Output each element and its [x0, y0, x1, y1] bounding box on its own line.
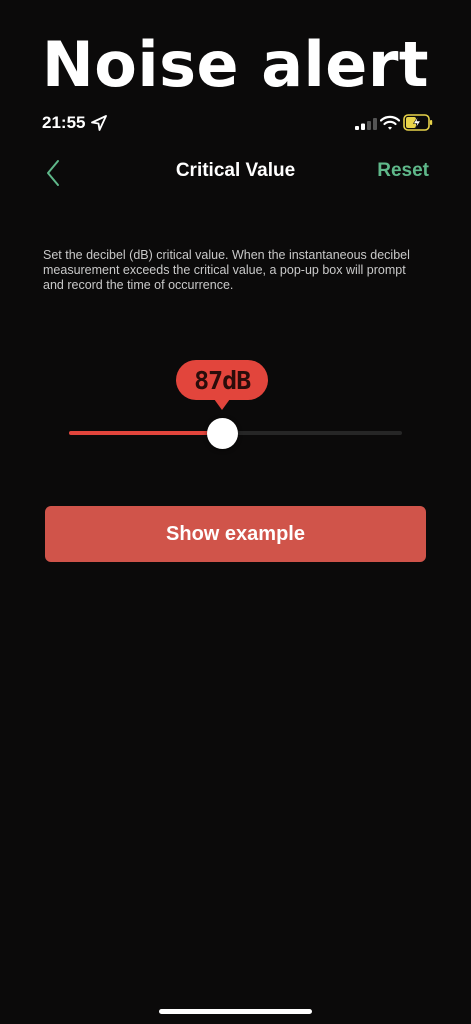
slider-fill	[69, 431, 223, 435]
reset-button[interactable]: Reset	[377, 160, 429, 182]
critical-value-description: Set the decibel (dB) critical value. Whe…	[43, 248, 410, 292]
show-example-button[interactable]: Show example	[45, 506, 426, 562]
status-time: 21:55	[42, 113, 86, 132]
battery-charging-icon	[403, 114, 433, 131]
wifi-icon	[380, 115, 400, 130]
banner-title: Noise alert	[41, 28, 430, 101]
slider-thumb[interactable]	[207, 418, 239, 449]
decibel-slider[interactable]	[69, 418, 402, 449]
slider-value-label: 87dB	[194, 365, 251, 395]
cellular-signal-icon	[355, 118, 377, 130]
screen: Noise alert 21:55 Critical Value Reset S…	[0, 0, 471, 1024]
home-indicator	[159, 1009, 312, 1014]
location-arrow-icon	[91, 115, 107, 131]
slider-value-bubble: 87dB	[176, 360, 269, 410]
